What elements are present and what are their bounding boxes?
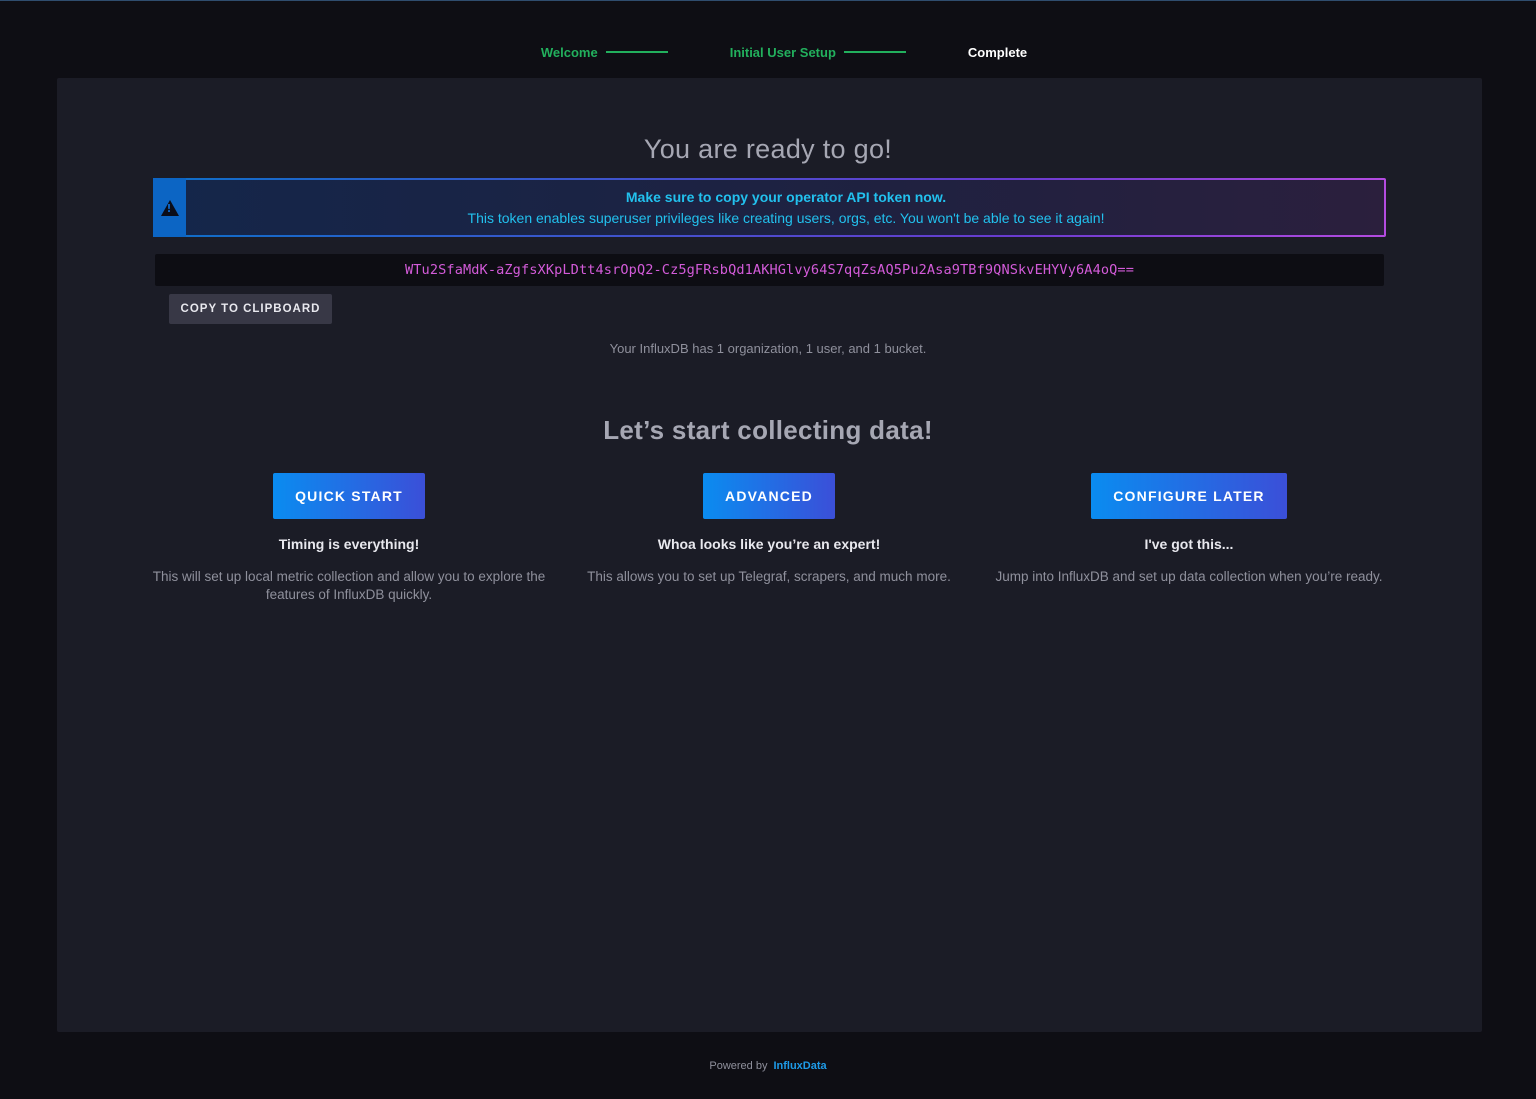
option-heading: I've got this... <box>1144 536 1234 552</box>
configure-later-button[interactable]: CONFIGURE LATER <box>1091 473 1287 519</box>
option-heading: Whoa looks like you’re an expert! <box>657 536 881 552</box>
instance-summary: Your InfluxDB has 1 organization, 1 user… <box>609 341 927 356</box>
collect-data-title: Let’s start collecting data! <box>603 415 933 445</box>
advanced-button[interactable]: ADVANCED <box>703 473 835 519</box>
token-warning-alert: Make sure to copy your operator API toke… <box>153 178 1386 237</box>
option-heading: Timing is everything! <box>278 536 420 552</box>
alert-triangle-icon <box>160 199 179 216</box>
step-spacer <box>922 51 960 53</box>
step-welcome: Welcome <box>540 44 598 60</box>
api-token-display[interactable]: WTu2SfaMdK-aZgfsXKpLDtt4srOpQ2-Cz5gFRsbQ… <box>155 254 1384 286</box>
step-connector <box>605 51 668 53</box>
option-description: This allows you to set up Telegraf, scra… <box>587 569 951 584</box>
powered-by-label: Powered by <box>709 1060 768 1072</box>
step-complete: Complete <box>967 44 1028 60</box>
option-advanced: ADVANCED Whoa looks like you’re an exper… <box>569 473 969 586</box>
setup-stepper: Welcome Initial User Setup Complete <box>0 42 1536 62</box>
influxdata-link[interactable]: InfluxData <box>773 1060 826 1072</box>
page-title: You are ready to go! <box>643 134 893 164</box>
option-configure-later: CONFIGURE LATER I've got this... Jump in… <box>989 473 1389 586</box>
alert-message: This token enables superuser privileges … <box>467 209 1105 226</box>
alert-text: Make sure to copy your operator API toke… <box>188 180 1384 235</box>
step-initial-user-setup: Initial User Setup <box>729 44 836 60</box>
top-border <box>0 0 1536 1</box>
copy-to-clipboard-button[interactable]: COPY TO CLIPBOARD <box>169 294 332 324</box>
option-quick-start: QUICK START Timing is everything! This w… <box>149 473 549 604</box>
step-spacer <box>684 51 722 53</box>
quick-start-button[interactable]: QUICK START <box>273 473 425 519</box>
option-description: This will set up local metric collection… <box>152 569 546 602</box>
alert-headline: Make sure to copy your operator API toke… <box>625 188 947 205</box>
alert-icon-box <box>153 178 186 237</box>
step-connector <box>843 51 906 53</box>
option-description: Jump into InfluxDB and set up data colle… <box>995 569 1383 584</box>
footer: Powered by InfluxData <box>0 1060 1536 1072</box>
